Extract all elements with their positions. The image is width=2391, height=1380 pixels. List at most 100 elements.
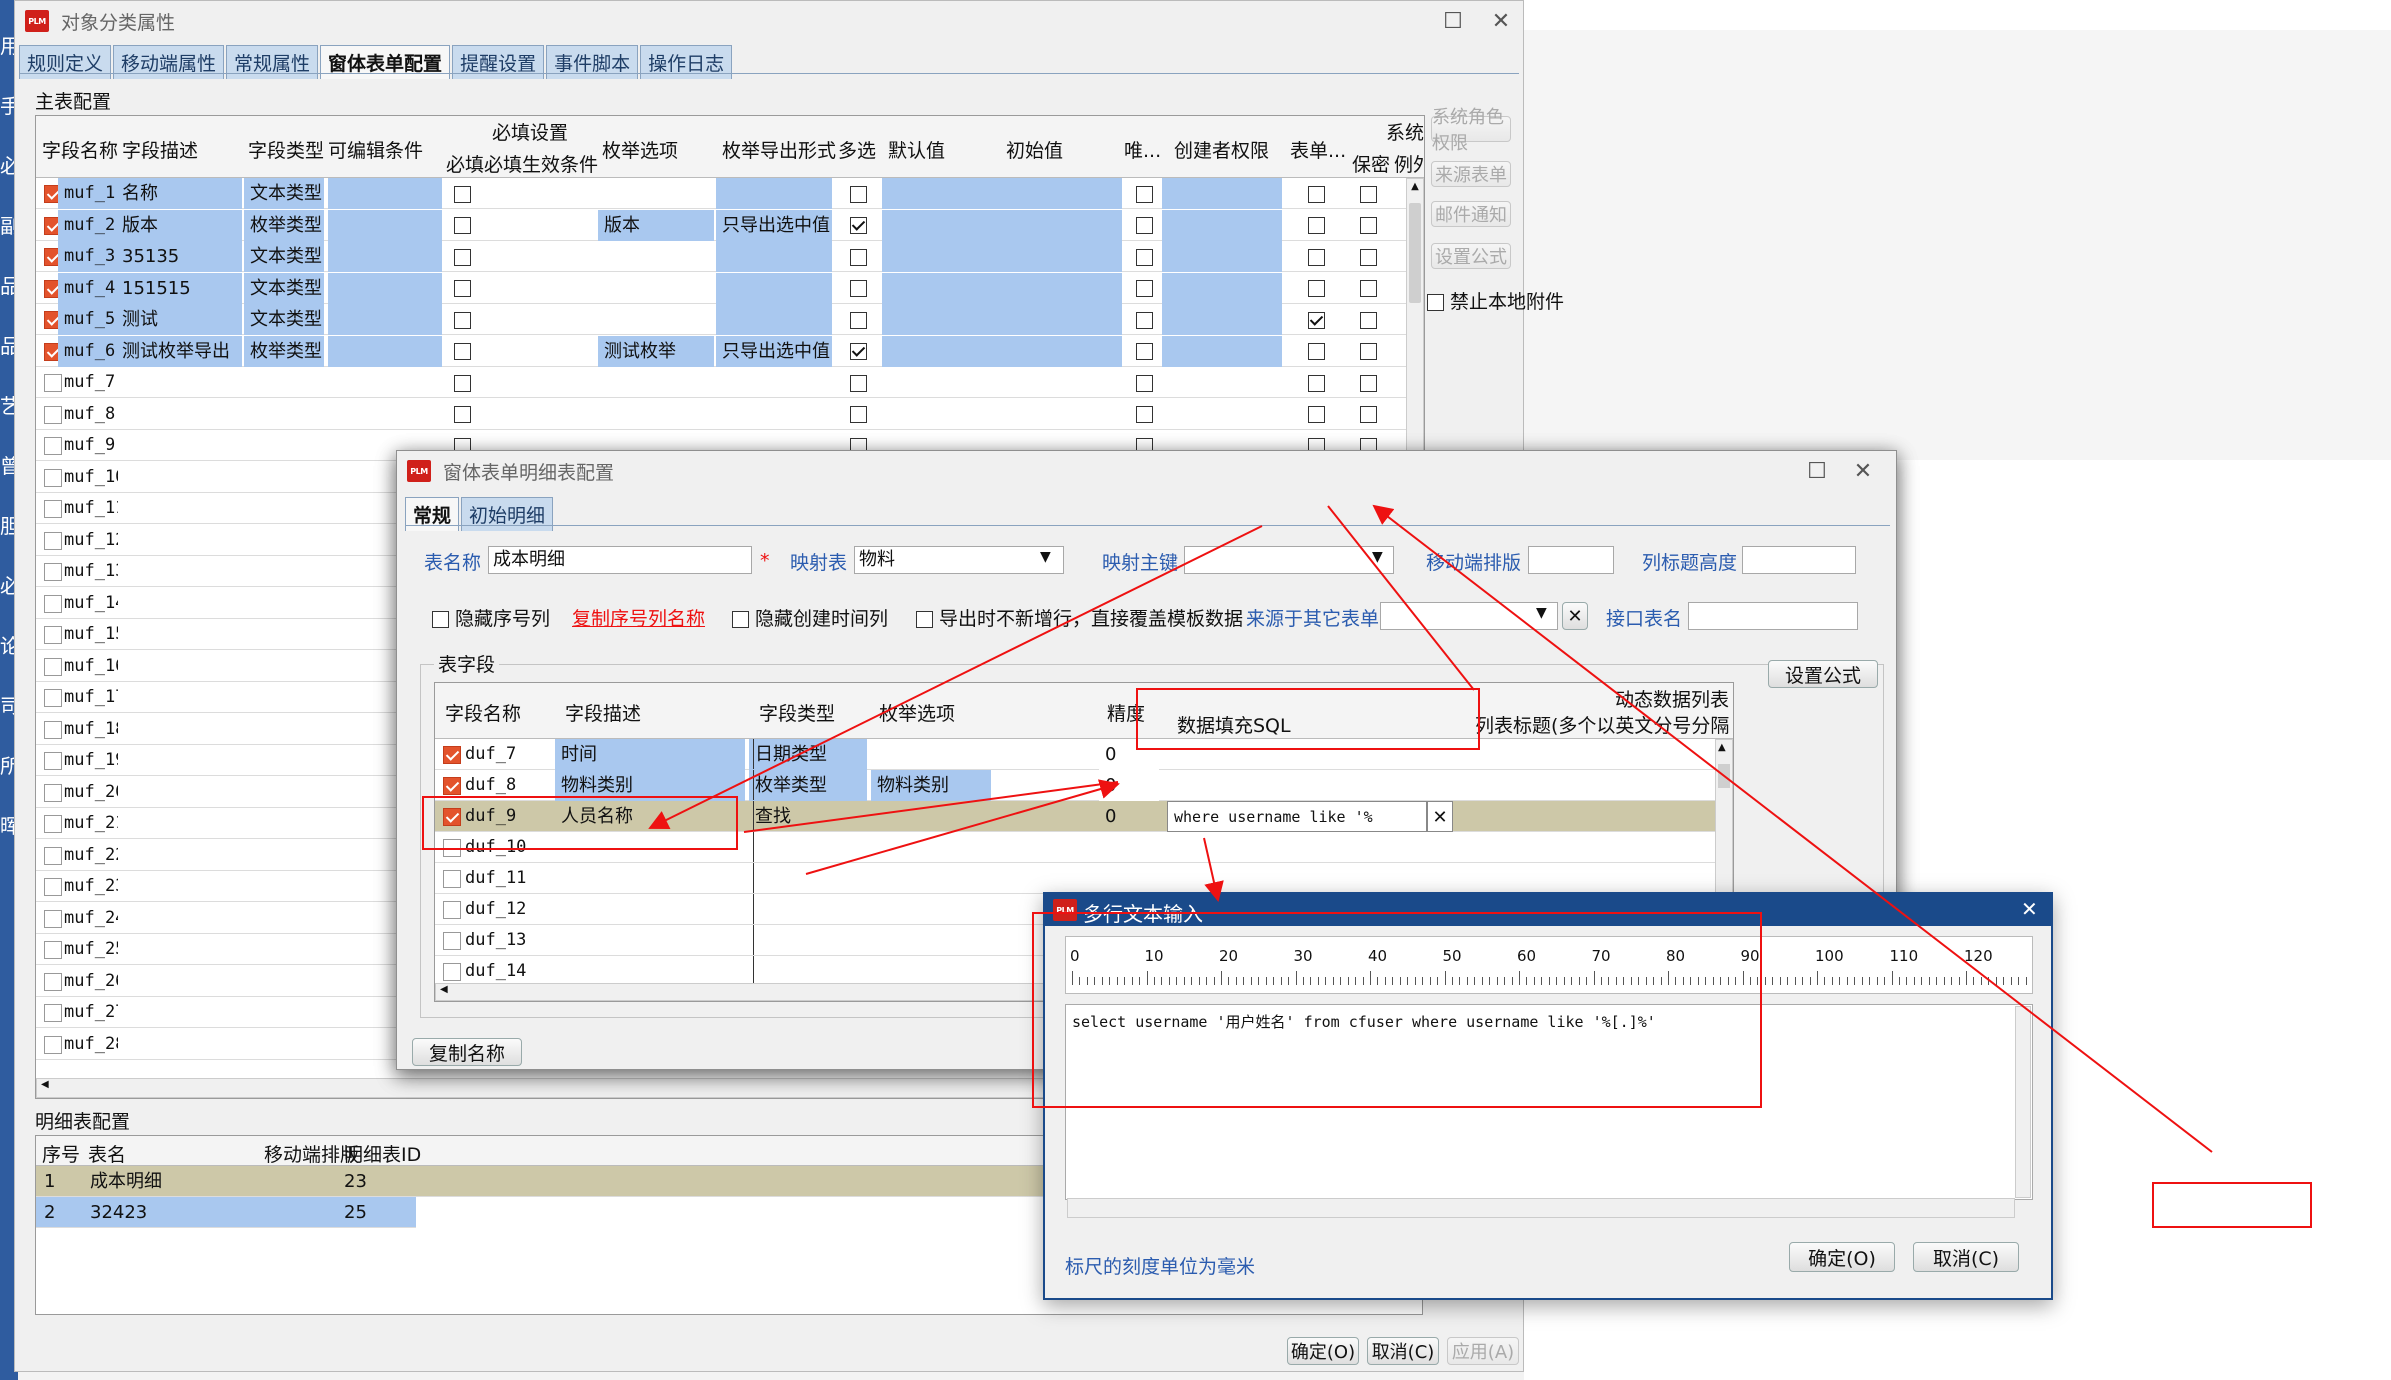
multi-checkbox-cell[interactable] (844, 399, 874, 430)
col-secret[interactable]: 保密 (1352, 150, 1390, 177)
secret-checkbox[interactable] (1360, 343, 1377, 360)
unique-checkbox[interactable] (1136, 311, 1153, 329)
multi-checkbox-cell[interactable] (844, 273, 874, 304)
multi-checkbox-cell[interactable] (844, 336, 874, 367)
col-field-name[interactable]: 字段名称 (42, 136, 118, 163)
dcol-desc[interactable]: 字段描述 (565, 699, 641, 726)
multi-checkbox-cell[interactable] (844, 304, 874, 335)
unique-checkbox[interactable] (1136, 185, 1153, 203)
col-editable-cond[interactable]: 可编辑条件 (328, 136, 423, 163)
form-checkbox[interactable] (1308, 248, 1325, 266)
required-checkbox-cell[interactable] (448, 304, 478, 335)
row-checkbox-cell[interactable] (437, 925, 461, 956)
row-checkbox-cell[interactable] (437, 801, 461, 832)
close-icon[interactable]: ✕ (1833, 451, 1893, 491)
col-unique[interactable]: 唯... (1124, 136, 1161, 163)
form-checkbox-cell[interactable] (1302, 336, 1332, 367)
text-cancel-button[interactable]: 取消(C) (1913, 1242, 2019, 1272)
table-row[interactable]: duf_8 物料类别 枚举类型 物料类别 0 (435, 770, 1715, 801)
hide-create-time-option[interactable]: 隐藏创建时间列 (732, 604, 888, 631)
dcol-name[interactable]: 字段名称 (445, 699, 521, 726)
multi-checkbox-cell[interactable] (844, 367, 874, 398)
col-required[interactable]: 必填 (446, 150, 484, 177)
col-enum-export[interactable]: 枚举导出形式 (722, 136, 836, 163)
sys-role-perm-button[interactable]: 系统角色权限 (1431, 107, 1511, 154)
required-checkbox[interactable] (454, 280, 471, 297)
source-form-button[interactable]: 来源表单 (1431, 161, 1511, 187)
multi-checkbox-cell[interactable] (844, 178, 874, 209)
row-checkbox-cell[interactable] (437, 863, 461, 894)
unique-checkbox-cell[interactable] (1130, 336, 1160, 367)
secret-checkbox-cell[interactable] (1354, 304, 1384, 335)
secret-checkbox-cell[interactable] (1354, 367, 1384, 398)
required-checkbox[interactable] (454, 185, 471, 203)
required-checkbox-cell[interactable] (448, 178, 478, 209)
required-checkbox-cell[interactable] (448, 273, 478, 304)
scroll-up-icon[interactable]: ▲ (1409, 181, 1421, 199)
required-checkbox[interactable] (454, 217, 471, 234)
multi-checkbox[interactable] (850, 217, 867, 234)
unique-checkbox[interactable] (1136, 343, 1153, 360)
apply-button[interactable]: 应用(A) (1447, 1337, 1519, 1365)
no-local-attach-option[interactable]: 禁止本地附件 (1427, 287, 1564, 314)
secret-checkbox-cell[interactable] (1354, 273, 1384, 304)
col-required-cond[interactable]: 必填生效条件 (484, 150, 598, 177)
required-checkbox[interactable] (454, 343, 471, 360)
unique-checkbox-cell[interactable] (1130, 304, 1160, 335)
table-row[interactable]: muf_7 (36, 367, 1406, 398)
set-formula-button[interactable]: 设置公式 (1768, 660, 1878, 688)
unique-checkbox[interactable] (1136, 217, 1153, 234)
mobile-layout-input[interactable] (1528, 546, 1614, 574)
hide-create-time-checkbox[interactable] (732, 611, 749, 628)
set-formula-button[interactable]: 设置公式 (1431, 243, 1511, 269)
dcol-enum[interactable]: 枚举选项 (879, 699, 955, 726)
multi-checkbox[interactable] (850, 248, 867, 266)
table-row[interactable]: muf_6 测试枚举导出 枚举类型 测试枚举 只导出选中值 (36, 335, 1406, 367)
form-checkbox-cell[interactable] (1302, 273, 1332, 304)
table-name-input[interactable]: 成本明细 (488, 546, 752, 574)
row-checkbox-cell[interactable] (437, 739, 461, 770)
text-vscroll[interactable] (2015, 1006, 2031, 1198)
map-key-select[interactable] (1184, 546, 1394, 574)
required-checkbox-cell[interactable] (448, 367, 478, 398)
form-checkbox[interactable] (1308, 343, 1325, 360)
interface-table-input[interactable] (1688, 602, 1858, 630)
multi-checkbox[interactable] (850, 185, 867, 203)
secret-checkbox[interactable] (1360, 248, 1377, 266)
form-checkbox-cell[interactable] (1302, 241, 1332, 272)
unique-checkbox-cell[interactable] (1130, 399, 1160, 430)
scroll-up-icon[interactable]: ▲ (1718, 742, 1726, 753)
form-checkbox-cell[interactable] (1302, 304, 1332, 335)
dcell-sql[interactable]: where username like '% (1167, 801, 1427, 832)
table-row[interactable]: muf_2 版本 枚举类型 版本 只导出选中值 (36, 209, 1406, 241)
col-default[interactable]: 默认值 (888, 136, 945, 163)
mail-notify-button[interactable]: 邮件通知 (1431, 201, 1511, 227)
scroll-thumb[interactable] (1718, 764, 1730, 788)
copy-seq-name-link[interactable]: 复制序号列名称 (572, 604, 705, 631)
required-checkbox[interactable] (454, 406, 471, 423)
row-checkbox-cell[interactable] (437, 894, 461, 925)
col-form[interactable]: 表单... (1290, 136, 1346, 163)
scroll-left-icon[interactable]: ◀ (440, 984, 448, 995)
multi-checkbox[interactable] (850, 374, 867, 392)
required-checkbox-cell[interactable] (448, 336, 478, 367)
clear-icon[interactable]: ✕ (1562, 602, 1588, 630)
col-field-desc[interactable]: 字段描述 (122, 136, 198, 163)
form-checkbox-cell[interactable] (1302, 210, 1332, 241)
multi-checkbox[interactable] (850, 406, 867, 423)
chevron-down-icon[interactable]: ▼ (1536, 605, 1547, 621)
col-creator-perm[interactable]: 创建者权限 (1174, 136, 1269, 163)
close-icon[interactable]: ✕ (2021, 897, 2038, 921)
dcol-dynamic-title[interactable]: 列表标题(多个以英文分号分隔 (1475, 711, 1729, 738)
multi-checkbox[interactable] (850, 311, 867, 329)
unique-checkbox-cell[interactable] (1130, 367, 1160, 398)
sql-more-icon[interactable]: ✕ (1427, 801, 1453, 832)
col-initial[interactable]: 初始值 (1006, 136, 1063, 163)
secret-checkbox-cell[interactable] (1354, 241, 1384, 272)
table-row[interactable]: 2 32423 25 (36, 1197, 416, 1228)
row-checkbox-cell[interactable] (437, 770, 461, 801)
form-checkbox[interactable] (1308, 185, 1325, 203)
chevron-down-icon[interactable]: ▼ (1040, 549, 1051, 565)
ok-button[interactable]: 确定(O) (1287, 1337, 1359, 1365)
secret-checkbox[interactable] (1360, 406, 1377, 423)
